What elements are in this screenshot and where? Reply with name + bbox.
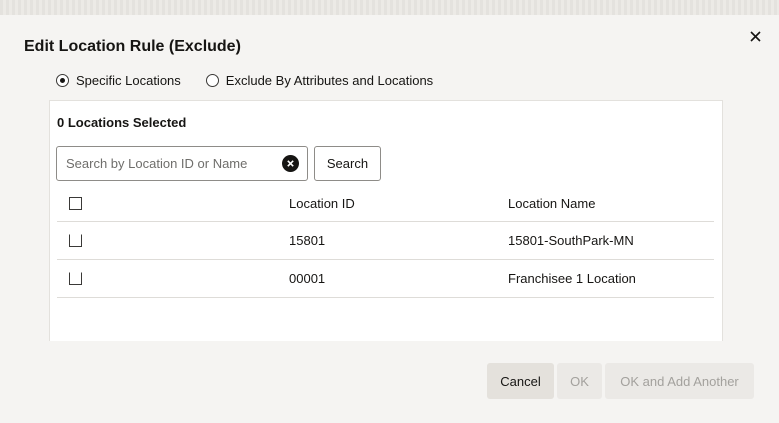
radio-button-checked[interactable] bbox=[56, 74, 69, 87]
clear-search-icon[interactable] bbox=[282, 155, 299, 172]
header-checkbox-cell bbox=[69, 185, 82, 221]
search-button[interactable]: Search bbox=[314, 146, 381, 181]
close-button[interactable] bbox=[744, 25, 766, 47]
search-field bbox=[56, 146, 308, 181]
column-header-location-id: Location ID bbox=[289, 195, 355, 211]
row-checkbox[interactable] bbox=[69, 234, 82, 247]
locations-panel: 0 Locations Selected Search Location ID … bbox=[49, 100, 723, 341]
radio-specific-locations[interactable]: Specific Locations bbox=[56, 73, 181, 88]
ok-and-add-another-button[interactable]: OK and Add Another bbox=[605, 363, 754, 399]
location-name-cell: Franchisee 1 Location bbox=[508, 271, 636, 286]
ok-button[interactable]: OK bbox=[557, 363, 602, 399]
table-header-row: Location ID Location Name bbox=[57, 185, 714, 222]
radio-button-unchecked[interactable] bbox=[205, 74, 219, 87]
location-name-cell: 15801-SouthPark-MN bbox=[508, 233, 634, 248]
location-id-cell: 15801 bbox=[289, 233, 326, 248]
edit-location-rule-dialog: Edit Location Rule (Exclude) Specific Lo… bbox=[0, 15, 779, 423]
selected-count-label: 0 Locations Selected bbox=[57, 115, 187, 130]
radio-exclude-by-attributes[interactable]: Exclude By Attributes and Locations bbox=[205, 73, 434, 88]
table-row[interactable]: 15801 15801-SouthPark-MN bbox=[57, 222, 714, 260]
rule-type-radio-group: Specific Locations Exclude By Attributes… bbox=[56, 73, 458, 88]
row-checkbox-cell bbox=[69, 260, 82, 297]
column-header-location-name: Location Name bbox=[508, 195, 596, 211]
background-strip bbox=[0, 0, 779, 15]
search-input[interactable] bbox=[66, 154, 271, 172]
close-icon bbox=[749, 30, 761, 42]
radio-label: Specific Locations bbox=[76, 73, 181, 88]
location-id-cell: 00001 bbox=[289, 271, 326, 286]
locations-table: Location ID Location Name 15801 15801-So… bbox=[57, 185, 714, 298]
dialog-title: Edit Location Rule (Exclude) bbox=[24, 38, 241, 55]
table-row[interactable]: 00001 Franchisee 1 Location bbox=[57, 260, 714, 298]
radio-label: Exclude By Attributes and Locations bbox=[225, 73, 434, 88]
row-checkbox[interactable] bbox=[69, 272, 82, 285]
cancel-button[interactable]: Cancel bbox=[487, 363, 554, 399]
select-all-checkbox[interactable] bbox=[69, 196, 82, 210]
row-checkbox-cell bbox=[69, 222, 82, 259]
